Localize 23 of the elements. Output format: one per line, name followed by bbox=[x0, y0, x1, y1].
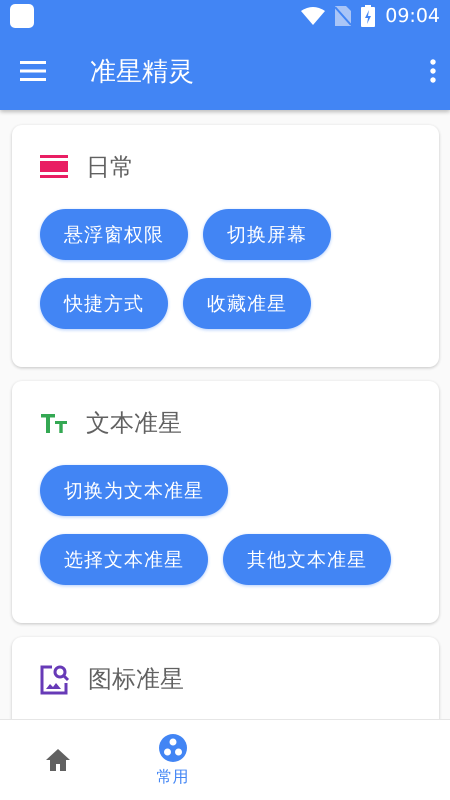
circles-icon bbox=[158, 732, 188, 762]
action-button[interactable]: 收藏准星 bbox=[183, 278, 311, 329]
action-button[interactable]: 切换为文本准星 bbox=[40, 465, 228, 516]
app-icon bbox=[10, 4, 34, 28]
clock-time: 09:04 bbox=[385, 5, 440, 27]
section-title: 日常 bbox=[86, 152, 134, 183]
action-button[interactable]: 切换屏幕 bbox=[203, 209, 331, 260]
more-options-icon[interactable] bbox=[430, 59, 436, 83]
home-icon bbox=[44, 748, 70, 772]
section-title: 文本准星 bbox=[86, 408, 182, 439]
battery-charging-icon bbox=[361, 5, 376, 27]
wifi-icon bbox=[301, 7, 326, 25]
text-size-icon bbox=[40, 412, 68, 434]
no-sim-icon bbox=[335, 6, 352, 26]
action-button[interactable]: 快捷方式 bbox=[40, 278, 168, 329]
menu-icon[interactable] bbox=[20, 61, 46, 81]
action-button[interactable]: 悬浮窗权限 bbox=[40, 209, 188, 260]
action-button[interactable]: 选择文本准星 bbox=[40, 534, 208, 585]
section-title: 图标准星 bbox=[88, 664, 184, 695]
list-icon bbox=[40, 155, 68, 179]
app-title: 准星精灵 bbox=[90, 56, 195, 88]
image-search-icon bbox=[40, 663, 70, 695]
action-button[interactable]: 其他文本准星 bbox=[223, 534, 391, 585]
